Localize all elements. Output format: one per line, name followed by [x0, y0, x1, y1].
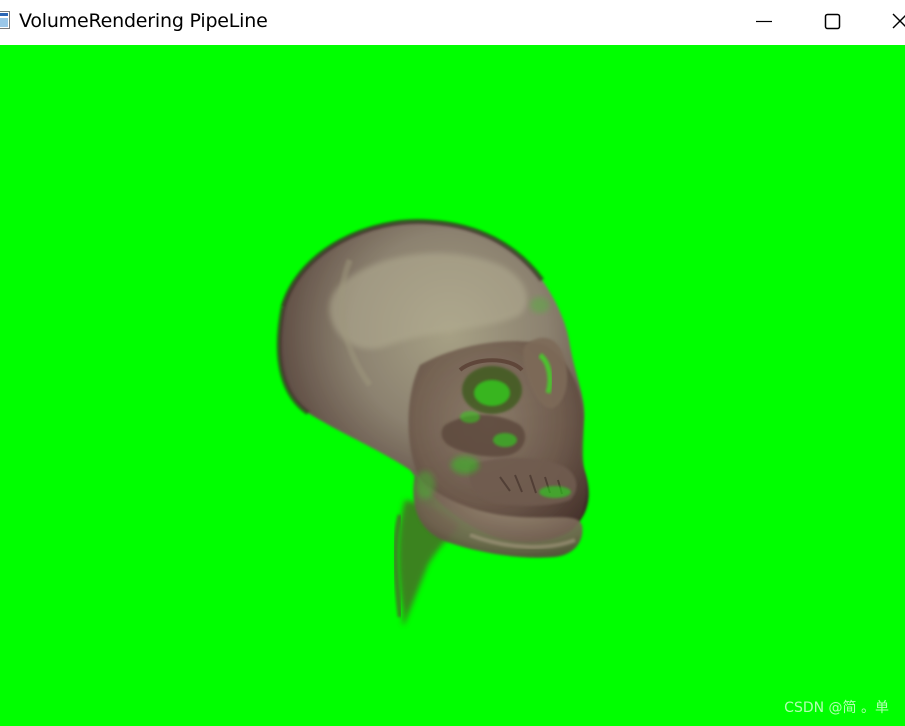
maximize-icon — [824, 13, 841, 30]
volume-rendered-skull — [0, 45, 905, 726]
close-icon — [892, 13, 905, 29]
maximize-button[interactable] — [809, 0, 855, 45]
window-title: VolumeRendering PipeLine — [19, 10, 268, 32]
close-button[interactable] — [877, 0, 905, 45]
title-bar[interactable]: VolumeRendering PipeLine — [0, 0, 905, 45]
render-viewport[interactable]: CSDN @简 。单 — [0, 45, 905, 726]
vtk-window-icon — [0, 11, 10, 29]
minimize-button[interactable] — [741, 0, 787, 45]
watermark: CSDN @简 。单 — [784, 700, 889, 716]
minimize-icon — [756, 20, 772, 23]
app-window: VolumeRendering PipeLine CSDN @简 。单 — [0, 0, 905, 726]
